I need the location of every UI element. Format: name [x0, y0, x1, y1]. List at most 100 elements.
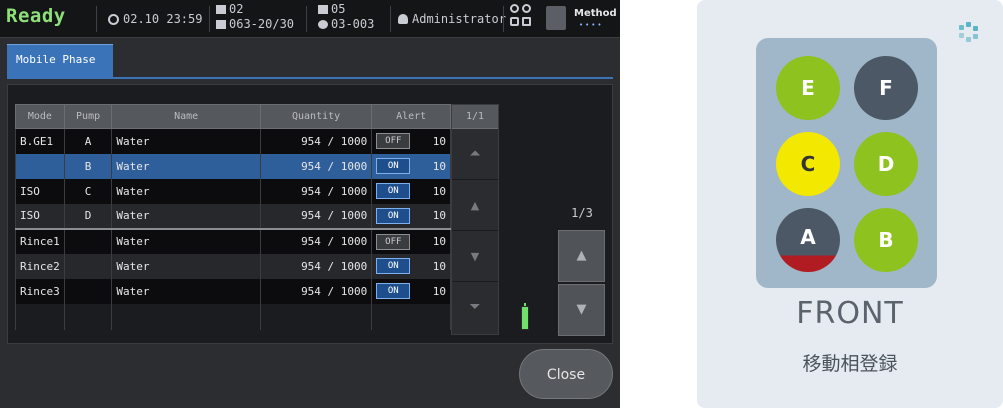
- cell-alert: ON 10: [371, 253, 451, 279]
- alert-value: 10: [432, 235, 446, 248]
- tab-mobile-phase[interactable]: Mobile Phase: [7, 44, 113, 77]
- pump-A[interactable]: A: [776, 208, 840, 272]
- status-bar: Ready 02.10 23:59 02 063-20/30 05 03-003…: [0, 0, 620, 38]
- cell-pump: A: [63, 128, 113, 154]
- tray-icon: [318, 5, 328, 14]
- table-row[interactable]: Rince2 Water 954 / 1000 ON 10: [15, 253, 451, 279]
- device-screen: Ready 02.10 23:59 02 063-20/30 05 03-003…: [0, 0, 620, 408]
- table-row-selected[interactable]: B Water 954 / 1000 ON 10: [15, 153, 451, 179]
- clock-icon: [108, 14, 119, 25]
- datetime-display: 02.10 23:59: [108, 12, 202, 26]
- scroll-top-button[interactable]: ⏶: [452, 129, 498, 180]
- divider: [306, 6, 307, 32]
- datetime-text: 02.10 23:59: [123, 12, 203, 26]
- pump-C[interactable]: C: [776, 132, 840, 196]
- page-up-button[interactable]: ▲: [558, 230, 605, 282]
- front-label: FRONT: [796, 296, 904, 331]
- cell-quantity: 954 / 1000: [259, 203, 373, 229]
- scroll-down-button[interactable]: ▼: [452, 231, 498, 282]
- tray-display: 05 03-003: [318, 2, 374, 32]
- alert-value: 10: [432, 259, 446, 273]
- cell-quantity: 954 / 1000: [259, 227, 373, 254]
- slot-line1: 02: [229, 2, 244, 16]
- page-indicator: 1/3: [571, 206, 593, 220]
- cell-name: Water: [111, 227, 261, 254]
- col-header-pump: Pump: [63, 104, 113, 129]
- method-label: Method: [574, 8, 617, 19]
- alert-value: 10: [432, 134, 446, 148]
- slot-icon: [216, 20, 226, 29]
- cell-pump: [63, 253, 113, 279]
- slot-line2: 063-20/30: [229, 17, 295, 31]
- cell-mode: Rince3: [15, 278, 65, 304]
- tray-line1: 05: [331, 2, 346, 16]
- cell-mode: Rince2: [15, 253, 65, 279]
- cell-mode: B.GE1: [15, 128, 65, 154]
- method-dots: ••••: [579, 21, 604, 29]
- alert-value: 10: [432, 159, 446, 173]
- user-display[interactable]: Administrator: [398, 12, 506, 26]
- pump-B[interactable]: B: [854, 208, 918, 272]
- cell-quantity: 954 / 1000: [259, 278, 373, 304]
- spinner-icon: [959, 22, 979, 42]
- table-row[interactable]: ISO C Water 954 / 1000 ON 10: [15, 178, 451, 204]
- cell-pump: C: [63, 178, 113, 204]
- method-doc-icon: [546, 6, 566, 30]
- cell-name: Water: [111, 278, 261, 304]
- pump-D[interactable]: D: [854, 132, 918, 196]
- alert-toggle[interactable]: ON: [376, 207, 411, 224]
- alert-toggle[interactable]: OFF: [376, 233, 411, 250]
- table-header-row: Mode Pump Name Quantity Alert: [15, 104, 451, 129]
- col-header-alert: Alert: [371, 104, 451, 129]
- battery-icon: [521, 303, 529, 330]
- row-scroll-column: 1/1 ⏶ ▲ ▼ ⏷: [451, 104, 499, 335]
- divider: [503, 6, 504, 32]
- col-header-name: Name: [111, 104, 261, 129]
- cell-quantity: 954 / 1000: [259, 153, 373, 179]
- cell-pump: D: [63, 203, 113, 229]
- close-button[interactable]: Close: [519, 349, 613, 399]
- table-row[interactable]: B.GE1 A Water 954 / 1000 OFF 10: [15, 128, 451, 154]
- table-row[interactable]: Rince1 Water 954 / 1000 OFF 10: [15, 227, 451, 254]
- lock-icon[interactable]: [510, 4, 534, 32]
- col-header-quantity: Quantity: [259, 104, 373, 129]
- cell-name: Water: [111, 153, 261, 179]
- cell-alert: ON 10: [371, 278, 451, 304]
- mobile-phase-registration-caption: 移動相登録: [802, 353, 898, 375]
- scroll-up-button[interactable]: ▲: [452, 180, 498, 231]
- tray-line2: 03-003: [331, 17, 375, 31]
- user-icon: [398, 14, 408, 24]
- slot-icon: [216, 5, 226, 14]
- cell-mode: ISO: [15, 178, 65, 204]
- alert-toggle[interactable]: ON: [376, 183, 411, 199]
- cell-mode: Rince1: [15, 227, 65, 254]
- table-row[interactable]: ISO D Water 954 / 1000 ON 10: [15, 203, 451, 229]
- cell-name: Water: [111, 128, 261, 154]
- alert-toggle[interactable]: ON: [376, 283, 411, 299]
- alert-toggle[interactable]: ON: [376, 158, 411, 174]
- cell-name: Water: [111, 253, 261, 279]
- col-header-mode: Mode: [15, 104, 65, 129]
- user-name: Administrator: [412, 12, 506, 26]
- pump-E[interactable]: E: [776, 56, 840, 120]
- tray-icon: [318, 20, 328, 29]
- pump-F[interactable]: F: [854, 56, 918, 120]
- table-row[interactable]: Rince3 Water 954 / 1000 ON 10: [15, 278, 451, 304]
- cell-alert: OFF 10: [371, 128, 451, 154]
- slot-display: 02 063-20/30: [216, 2, 294, 32]
- page-down-button[interactable]: ▼: [558, 284, 605, 336]
- row-page-header: 1/1: [452, 105, 498, 129]
- method-button[interactable]: Method ••••: [542, 4, 617, 32]
- scroll-bottom-button[interactable]: ⏷: [452, 282, 498, 333]
- alert-toggle[interactable]: OFF: [376, 133, 411, 150]
- status-ready: Ready: [6, 5, 66, 27]
- alert-toggle[interactable]: ON: [376, 258, 411, 274]
- cell-alert: OFF 10: [371, 227, 451, 254]
- cell-name: Water: [111, 203, 261, 229]
- cell-alert: ON 10: [371, 153, 451, 179]
- tab-underline: [7, 77, 613, 79]
- pump-board: E F C D A B: [756, 38, 937, 288]
- cell-quantity: 954 / 1000: [259, 178, 373, 204]
- pump-layout-card: E F C D A B FRONT 移動相登録: [697, 0, 1003, 408]
- mobile-phase-table: Mode Pump Name Quantity Alert B.GE1 A Wa…: [15, 104, 451, 330]
